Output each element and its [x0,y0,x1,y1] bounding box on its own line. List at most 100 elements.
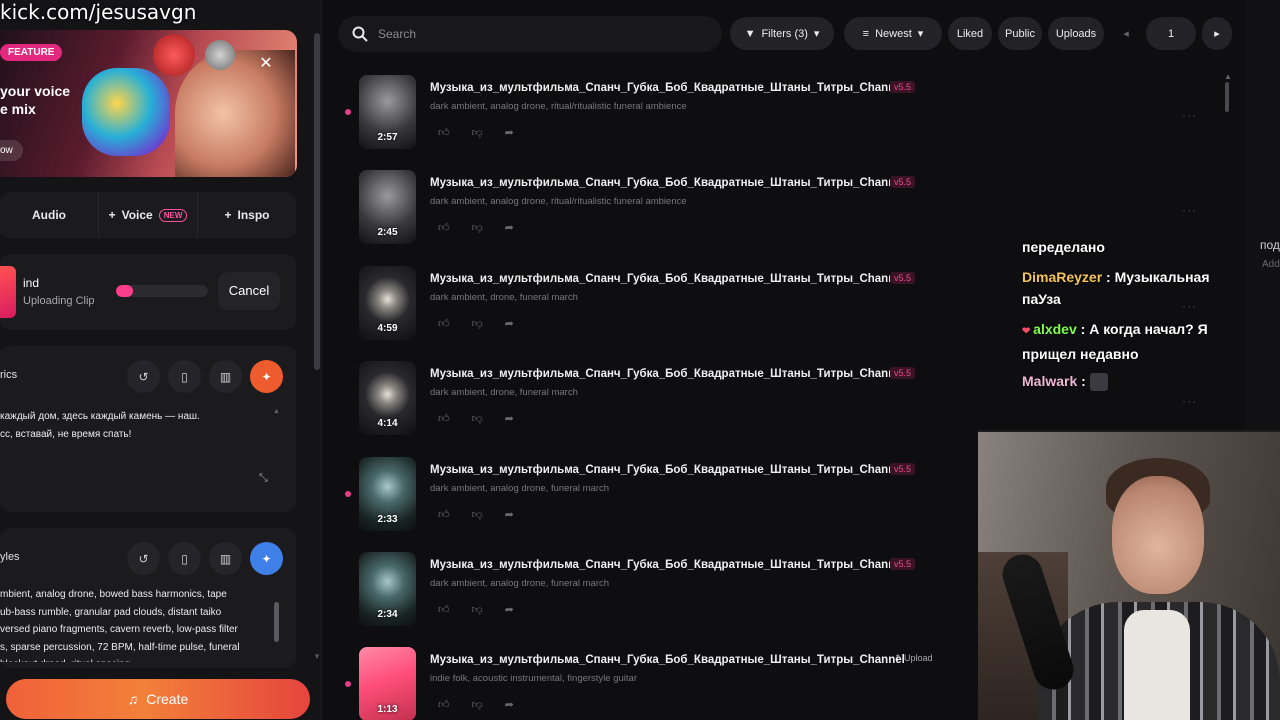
undo-icon[interactable]: ↺ [127,360,160,393]
styles-scrollbar[interactable] [274,602,279,642]
stream-chat-overlay: переделано DimaReyzer : Музыкальная паУза… [1016,242,1246,398]
trash-icon[interactable]: ▥ [209,542,242,575]
thumbs-up-icon[interactable]: 👍︎ [438,126,450,139]
tab-audio[interactable]: Audio [0,192,99,238]
tab-voice[interactable]: + Voice NEW [99,192,198,238]
public-filter[interactable]: Public [998,17,1042,50]
thumbs-up-icon[interactable]: 👍︎ [438,317,450,330]
prev-page-icon[interactable]: ◂ [1112,17,1140,50]
thumbs-down-icon[interactable]: 👎︎ [472,698,483,711]
song-cover[interactable]: 4:14 [359,361,416,436]
song-tags[interactable]: dark ambient, analog drone, funeral marc… [430,483,609,494]
tab-inspo[interactable]: + Inspo [198,192,296,238]
thumbs-up-icon[interactable]: 👍︎ [438,603,450,616]
sort-button[interactable]: ≡ Newest ▾ [844,17,942,50]
thumbs-down-icon[interactable]: 👎︎ [472,317,483,330]
unread-dot [345,490,351,497]
list-scrollbar[interactable] [1225,82,1229,112]
bookmark-icon[interactable]: ▯ [168,542,201,575]
liked-filter[interactable]: Liked [948,17,992,50]
magic-wand-icon[interactable]: ✦ [250,542,283,575]
magic-wand-icon[interactable]: ✦ [250,360,283,393]
music-note-icon: ♫ [127,691,139,707]
styles-text[interactable]: mbient, analog drone, bowed bass harmoni… [0,586,262,662]
song-cover[interactable]: 2:57 [359,75,416,149]
share-icon[interactable]: ➦ [505,317,514,330]
song-duration: 4:14 [377,418,398,430]
thumbs-down-icon[interactable]: 👎︎ [472,221,483,234]
song-tags[interactable]: dark ambient, drone, funeral march [430,292,578,303]
song-title[interactable]: Музыка_из_мультфильма_Спанч_Губка_Боб_Кв… [430,559,905,571]
thumbs-down-icon[interactable]: 👎︎ [472,508,483,521]
filters-button[interactable]: ▼ Filters (3) ▾ [730,17,834,50]
thumbs-down-icon[interactable]: 👎︎ [472,412,483,425]
expand-icon[interactable]: ⤡ [259,472,273,486]
feature-card[interactable]: FEATURE your voice e mix ow ✕ [0,30,297,177]
panel-scrollbar[interactable] [314,33,320,370]
page-number[interactable]: 1 [1146,17,1196,50]
song-title[interactable]: Музыка_из_мультфильма_Спанч_Губка_Боб_Кв… [430,273,905,285]
song-duration: 2:33 [377,513,398,525]
plus-icon: + [108,208,116,222]
song-cover[interactable]: 2:33 [359,456,416,531]
share-icon[interactable]: ➦ [505,603,514,616]
share-icon[interactable]: ➦ [505,126,514,139]
scroll-down-icon[interactable]: ▼ [313,652,321,661]
thumbs-up-icon[interactable]: 👍︎ [438,412,450,425]
thumbs-up-icon[interactable]: 👍︎ [438,221,450,234]
share-icon[interactable]: ➦ [505,698,514,711]
chevron-down-icon: ▾ [917,28,924,40]
next-page-icon[interactable]: ▸ [1202,17,1232,50]
create-button[interactable]: ♫ Create [6,679,310,719]
more-options-icon[interactable]: ··· [1182,108,1197,122]
bookmark-icon[interactable]: ▯ [168,360,201,393]
song-row[interactable]: 2:57 Музыка_из_мультфильма_Спанч_Губка_Б… [338,72,1208,152]
share-icon[interactable]: ➦ [505,412,514,425]
song-tags[interactable]: dark ambient, drone, funeral march [430,387,578,398]
song-tags[interactable]: dark ambient, analog drone, ritual/ritua… [430,196,687,207]
song-duration: 2:45 [377,227,398,239]
feature-cta-button[interactable]: ow [0,140,23,161]
feature-avatar [205,40,235,70]
song-actions: 👍︎ 👎︎ ➦ [438,698,514,711]
right-side-panel [1246,0,1280,430]
song-tags[interactable]: indie folk, acoustic instrumental, finge… [430,673,637,684]
sort-label: Newest [875,27,912,40]
song-title[interactable]: Музыка_из_мультфильма_Спанч_Губка_Боб_Кв… [430,654,905,666]
tab-label: Inspo [237,208,270,222]
thumbs-up-icon[interactable]: 👍︎ [438,698,450,711]
scroll-up-icon[interactable]: ▲ [1224,72,1232,81]
song-cover[interactable]: 1:13 [359,647,416,720]
song-tags[interactable]: dark ambient, analog drone, ritual/ritua… [430,101,687,112]
song-cover[interactable]: 2:45 [359,170,416,245]
version-badge: v5.5 [890,176,916,189]
share-icon[interactable]: ➦ [505,221,514,234]
song-title[interactable]: Музыка_из_мультфильма_Спанч_Губка_Боб_Кв… [430,177,905,189]
song-duration: 2:34 [377,609,398,620]
uploads-filter[interactable]: Uploads [1048,17,1104,50]
song-actions: 👍︎ 👎︎ ➦ [438,126,514,139]
new-badge: NEW [158,208,188,222]
song-title[interactable]: Музыка_из_мультфильма_Спанч_Губка_Боб_Кв… [430,82,905,94]
share-icon[interactable]: ➦ [505,508,514,521]
song-cover[interactable]: 4:59 [359,265,416,340]
more-options-icon[interactable]: ··· [1182,203,1197,217]
song-actions: 👍︎ 👎︎ ➦ [438,412,514,425]
lyrics-text[interactable]: каждый дом, здесь каждый камень — наш. с… [0,408,262,444]
chat-badge-icon: ❤ [1022,326,1034,337]
cancel-upload-button[interactable]: Cancel [218,272,280,310]
scroll-up-icon[interactable]: ▲ [273,408,280,415]
thumbs-down-icon[interactable]: 👎︎ [472,126,483,139]
undo-icon[interactable]: ↺ [127,542,160,575]
song-row[interactable]: 2:45 Музыка_из_мультфильма_Спанч_Губка_Б… [338,167,1208,247]
song-title[interactable]: Музыка_из_мультфильма_Спанч_Губка_Боб_Кв… [430,464,905,476]
close-icon[interactable]: ✕ [256,54,276,74]
thumbs-up-icon[interactable]: 👍︎ [438,508,450,521]
search-input[interactable]: Search [338,16,722,52]
trash-icon[interactable]: ▥ [209,360,242,393]
song-cover[interactable]: 2:34 [359,552,416,626]
song-title[interactable]: Музыка_из_мультфильма_Спанч_Губка_Боб_Кв… [430,368,905,380]
unread-dot [345,109,351,115]
thumbs-down-icon[interactable]: 👎︎ [472,603,483,616]
song-tags[interactable]: dark ambient, analog drone, funeral marc… [430,578,609,589]
